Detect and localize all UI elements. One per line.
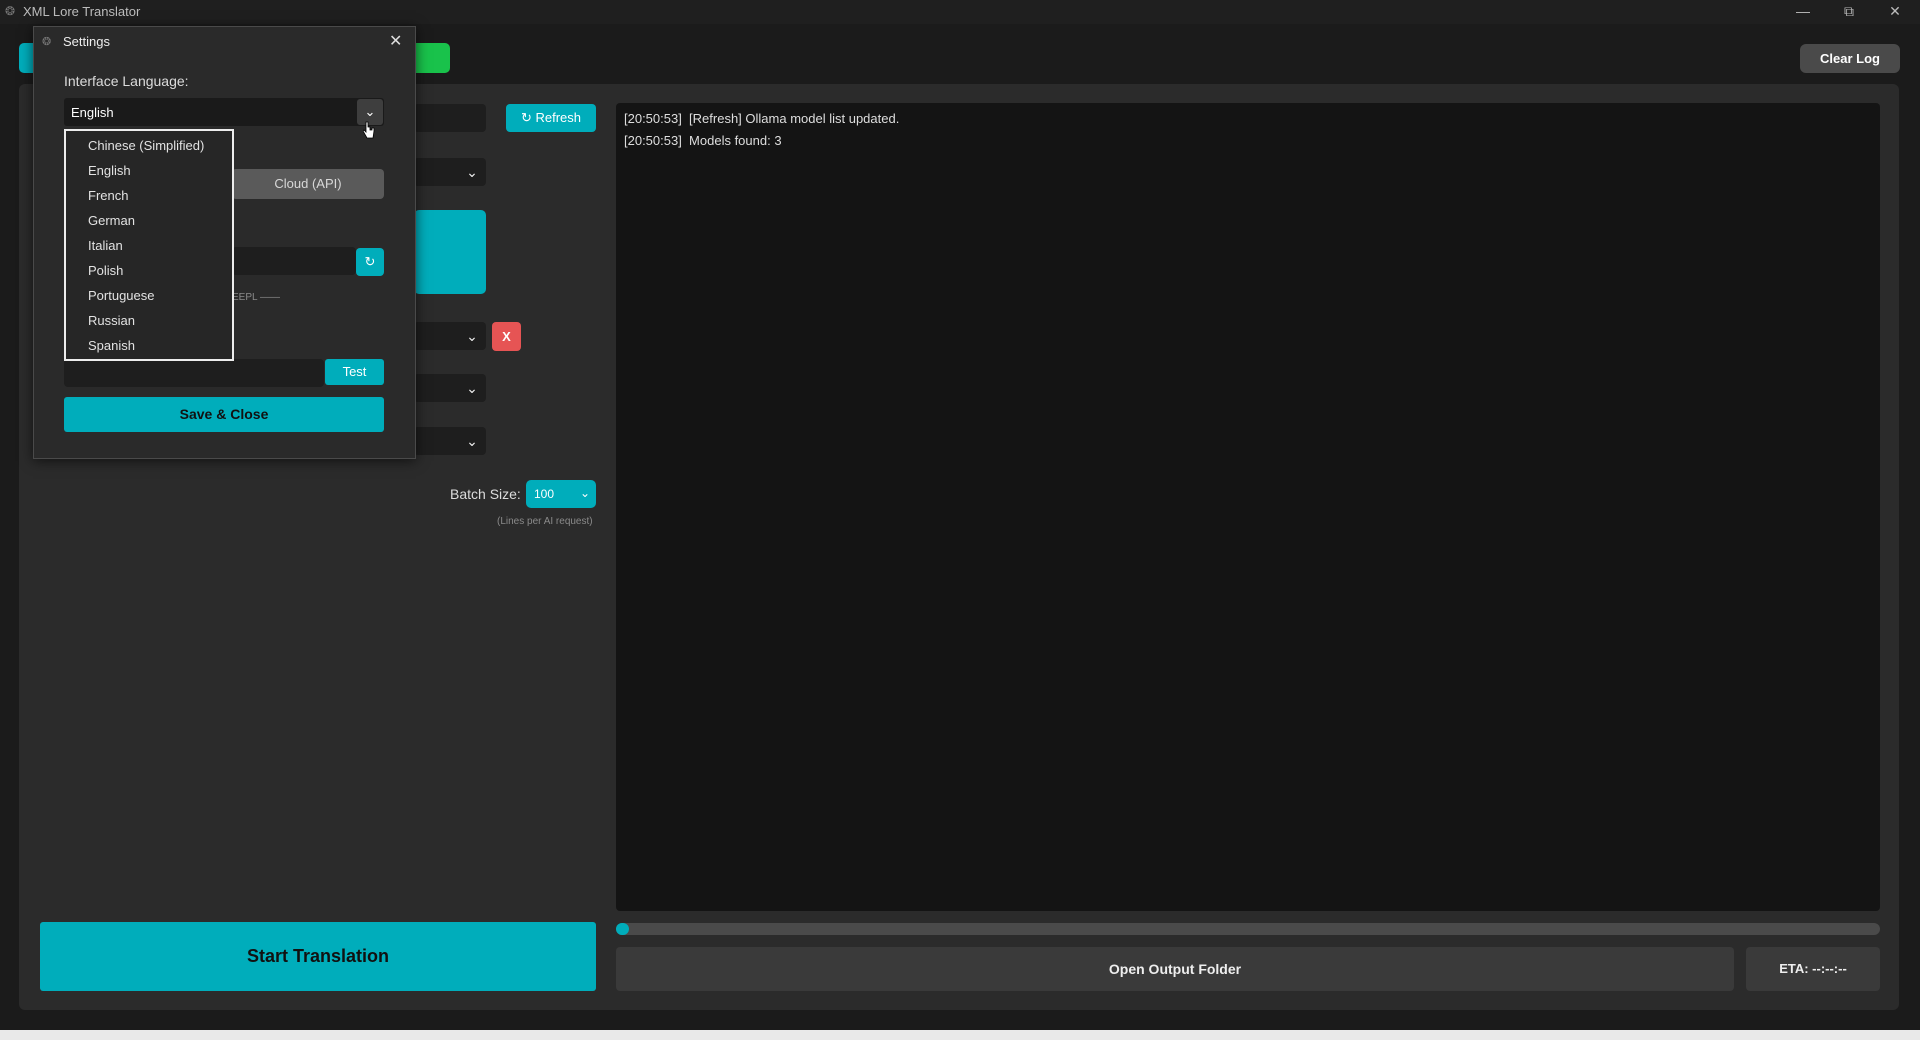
window-title: XML Lore Translator: [23, 4, 141, 19]
language-option[interactable]: French: [88, 188, 128, 203]
language-option[interactable]: Russian: [88, 313, 135, 328]
interface-language-label: Interface Language:: [64, 73, 189, 89]
language-select[interactable]: English ⌄: [64, 98, 384, 126]
api-key-field[interactable]: [232, 247, 356, 275]
language-option[interactable]: Portuguese: [88, 288, 155, 303]
language-dropdown-list: Chinese (Simplified) English French Germ…: [64, 129, 234, 361]
remove-button[interactable]: X: [492, 322, 521, 351]
batch-size-hint: (Lines per AI request): [497, 516, 593, 527]
model-field[interactable]: [414, 104, 486, 132]
chevron-down-icon[interactable]: ⌄: [459, 159, 485, 185]
settings-app-icon: ❂: [42, 36, 52, 48]
log-area[interactable]: [20:50:53] [Refresh] Ollama model list u…: [616, 103, 1880, 911]
language-option[interactable]: Italian: [88, 238, 123, 253]
progress-bar: [616, 923, 1880, 935]
settings-title: Settings: [63, 34, 110, 49]
batch-size-label: Batch Size:: [450, 486, 521, 502]
language-option[interactable]: English: [88, 163, 131, 178]
test-field[interactable]: [64, 359, 324, 387]
test-button[interactable]: Test: [325, 359, 384, 385]
clear-log-button[interactable]: Clear Log: [1800, 44, 1900, 73]
log-line: [20:50:53] [Refresh] Ollama model list u…: [624, 111, 900, 126]
chevron-down-icon[interactable]: ⌄: [459, 375, 485, 401]
chevron-down-icon: ⌄: [579, 486, 590, 500]
log-line: [20:50:53] Models found: 3: [624, 133, 782, 148]
language-option[interactable]: Polish: [88, 263, 123, 278]
refresh-label: Refresh: [535, 110, 582, 125]
title-bar: ❂ XML Lore Translator — ⧉ ✕: [0, 0, 1920, 24]
restore-icon[interactable]: ⧉: [1826, 0, 1872, 24]
minimize-icon[interactable]: —: [1780, 0, 1826, 24]
language-option[interactable]: Spanish: [88, 338, 135, 353]
save-close-button[interactable]: Save & Close: [64, 397, 384, 432]
app-icon: ❂: [5, 4, 16, 18]
close-icon[interactable]: ✕: [389, 31, 402, 51]
batch-size-select[interactable]: 100 ⌄: [526, 480, 596, 508]
language-option[interactable]: Chinese (Simplified): [88, 138, 204, 153]
deepl-section-label: EEPL ——: [232, 292, 280, 303]
mode-panel[interactable]: [414, 210, 486, 294]
language-select-value: English: [71, 105, 114, 120]
eta-display: ETA: --:--:--: [1746, 947, 1880, 991]
progress-fill: [616, 923, 629, 935]
hand-cursor-icon: [363, 121, 375, 139]
chevron-down-icon[interactable]: ⌄: [459, 323, 485, 349]
start-translation-button[interactable]: Start Translation: [40, 922, 596, 991]
taskbar-strip: [0, 1030, 1920, 1040]
reload-icon[interactable]: ↻: [356, 248, 384, 276]
refresh-button[interactable]: ↻ Refresh: [506, 104, 596, 132]
language-option[interactable]: German: [88, 213, 135, 228]
chevron-down-icon[interactable]: ⌄: [459, 428, 485, 454]
refresh-icon: ↻: [520, 110, 532, 125]
batch-size-value: 100: [534, 487, 555, 501]
cloud-api-button[interactable]: Cloud (API): [232, 169, 384, 199]
open-output-folder-button[interactable]: Open Output Folder: [616, 947, 1734, 991]
close-icon[interactable]: ✕: [1872, 0, 1918, 24]
